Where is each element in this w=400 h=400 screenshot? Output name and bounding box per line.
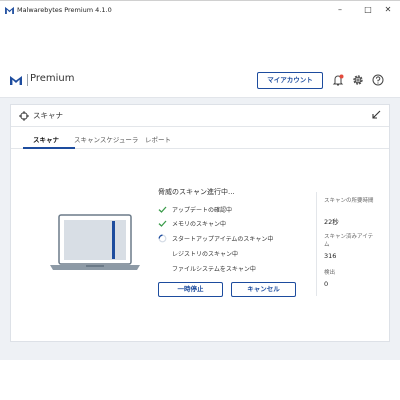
my-account-button[interactable]: マイアカウント [257, 72, 323, 89]
detected-value: 0 [324, 280, 329, 288]
collapse-arrow-icon[interactable] [371, 110, 381, 120]
app-header: Premium マイアカウント [0, 64, 400, 98]
tab-reports[interactable]: レポート [145, 134, 171, 144]
help-icon[interactable] [371, 73, 385, 87]
minimize-icon[interactable]: – [333, 3, 347, 17]
panel-header: スキャナ [11, 105, 389, 127]
malwarebytes-logo-icon [5, 6, 14, 14]
window-footer [0, 360, 400, 400]
stats-divider [316, 192, 317, 296]
cancel-button[interactable]: キャンセル [231, 282, 296, 297]
detected-label: 検出 [324, 270, 336, 276]
panel-title: スキャナ [33, 111, 63, 120]
malwarebytes-logo-icon [10, 76, 22, 85]
laptop-illustration [50, 214, 140, 270]
scan-step-label: レジストリのスキャン中 [172, 251, 239, 258]
tab-scanner[interactable]: スキャナ [33, 134, 59, 144]
brand-separator [27, 74, 28, 86]
notification-icon[interactable] [331, 73, 345, 87]
checkmark-icon [158, 220, 167, 227]
window-titlebar: Malwarebytes Premium 4.1.0 – □ ✕ [0, 0, 400, 18]
scan-step: アップデートの確認中 [158, 204, 308, 216]
pause-button[interactable]: 一時停止 [158, 282, 223, 297]
checkmark-icon [158, 206, 167, 213]
scanned-items-value: 316 [324, 252, 337, 260]
scan-step-label: アップデートの確認中 [172, 207, 233, 214]
active-tab-indicator [23, 147, 75, 149]
scan-step-label: スタートアップアイテムのスキャン中 [172, 236, 274, 243]
spinner-icon [158, 234, 167, 243]
panel-tabs: スキャナ スキャンスケジューラ レポート [11, 127, 389, 149]
crosshair-icon [19, 111, 29, 121]
scan-time-label: スキャンの所要時間 [324, 198, 374, 204]
scan-status-title: 脅威のスキャン進行中... [158, 188, 235, 196]
gear-icon[interactable] [351, 73, 365, 87]
scan-step: スタートアップアイテムのスキャン中 [158, 233, 308, 245]
scanned-items-label: スキャン済みアイテム [324, 234, 374, 248]
window-title: Malwarebytes Premium 4.1.0 [17, 6, 112, 14]
scan-step: レジストリのスキャン中 [158, 248, 308, 260]
scan-time-value: 22秒 [324, 218, 339, 226]
product-name: Premium [30, 73, 75, 84]
close-icon[interactable]: ✕ [381, 3, 395, 17]
scan-step-label: ファイルシステムをスキャン中 [172, 266, 256, 273]
scan-step-label: メモリのスキャン中 [172, 221, 227, 228]
maximize-icon[interactable]: □ [361, 3, 375, 17]
tab-scan-scheduler[interactable]: スキャンスケジューラ [74, 134, 138, 144]
scan-step: メモリのスキャン中 [158, 218, 308, 230]
scan-step: ファイルシステムをスキャン中 [158, 263, 308, 275]
